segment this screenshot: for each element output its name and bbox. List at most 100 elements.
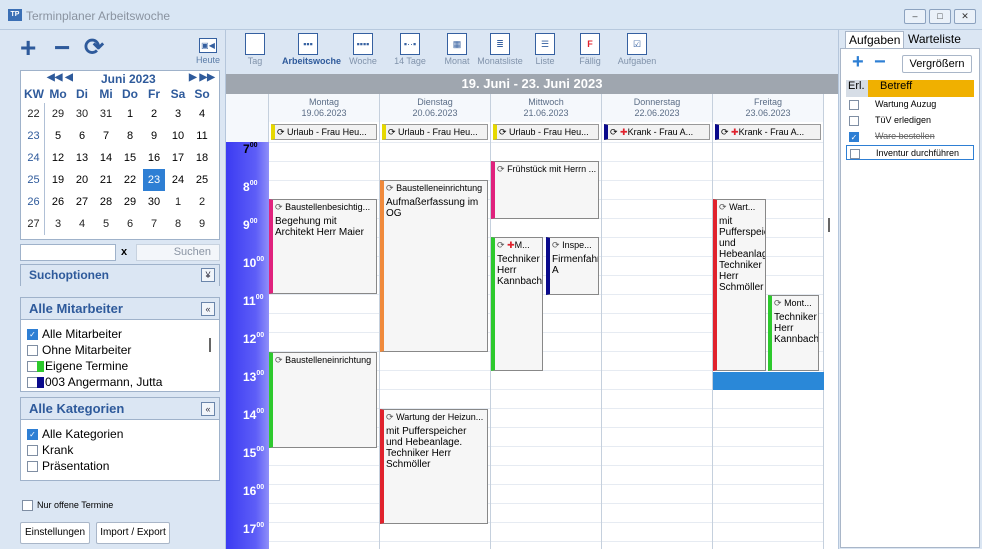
employee-item[interactable]: 003 Angermann, Jutta (27, 374, 219, 390)
calendar-day[interactable]: 9 (191, 213, 213, 235)
allday-event[interactable]: ⟳ Urlaub - Frau Heu... (493, 124, 599, 140)
task-checkbox[interactable]: ✓ (849, 131, 859, 142)
view-arbeitswoche-button[interactable]: ▪▪▪ Arbeitswoche (282, 33, 341, 66)
calendar-prev-button[interactable]: ◀◀ ◀ (47, 72, 73, 83)
calendar-day[interactable]: 11 (191, 125, 213, 147)
calendar-day[interactable]: 13 (71, 147, 93, 169)
view-liste-button[interactable]: ☰ Liste (521, 33, 569, 66)
event-baustelleneinrichtung-tue[interactable]: ⟳ Baustelleneinrichtung Aufmaßerfassung … (380, 180, 488, 352)
search-input[interactable] (20, 244, 116, 261)
task-checkbox[interactable] (849, 115, 859, 126)
calendar-day[interactable]: 5 (47, 125, 69, 147)
grid-scrollbar[interactable] (828, 218, 830, 232)
event-wartung-fri[interactable]: ⟳ Wart... mit Pufferspeicher und Hebeanl… (713, 199, 766, 371)
task-checkbox[interactable] (850, 148, 860, 159)
open-only-checkbox[interactable]: Nur offene Termine (22, 500, 113, 512)
day-header[interactable]: Dienstag 20.06.2023 (380, 94, 491, 122)
task-row[interactable]: Wartung Auzug (846, 97, 974, 112)
view-tag-button[interactable]: Tag (231, 33, 279, 66)
allday-event[interactable]: ⟳ ✚Krank - Frau A... (715, 124, 821, 140)
calendar-day[interactable]: 29 (47, 103, 69, 125)
allday-event[interactable]: ⟳ ✚Krank - Frau A... (604, 124, 710, 140)
calendar-next-button[interactable]: ▶ ▶▶ (189, 72, 215, 83)
view-monatsliste-button[interactable]: ≣ Monatsliste (476, 33, 524, 66)
event-wartung-heizung-tue[interactable]: ⟳ Wartung der Heizun... mit Pufferspeich… (380, 409, 488, 524)
category-checkbox[interactable] (27, 445, 38, 457)
calendar-day[interactable]: 1 (167, 191, 189, 213)
search-options-section[interactable]: Suchoptionen ¥ (20, 264, 220, 286)
remove-appointment-button[interactable]: − (54, 34, 70, 62)
employee-item[interactable]: Eigene Termine (27, 358, 219, 374)
event-montage-wed[interactable]: ⟳ ✚M... Techniker Herr Kannbacher (491, 237, 543, 371)
calendar-day[interactable]: 30 (71, 103, 93, 125)
calendar-day[interactable]: 2 (143, 103, 165, 125)
calendar-day[interactable]: 28 (95, 191, 117, 213)
event-fruehstueck[interactable]: ⟳ Frühstück mit Herrn ... (491, 161, 599, 219)
view-woche-button[interactable]: ▪▪▪▪ Woche (339, 33, 387, 66)
add-task-button[interactable]: + (852, 52, 864, 72)
calendar-day[interactable]: 1 (119, 103, 141, 125)
task-row[interactable]: Inventur durchführen (846, 145, 974, 160)
employee-item[interactable]: ✓ Alle Mitarbeiter (27, 326, 219, 342)
category-item[interactable]: Krank (27, 442, 219, 458)
calendar-day[interactable]: 4 (71, 213, 93, 235)
maximize-button[interactable]: □ (929, 9, 951, 24)
search-options-toggle[interactable]: ¥ (201, 268, 215, 282)
remove-task-button[interactable]: − (874, 52, 886, 72)
calendar-day[interactable]: 12 (47, 147, 69, 169)
task-checkbox[interactable] (849, 99, 859, 110)
view-faellig-button[interactable]: F Fällig (566, 33, 614, 66)
calendar-day[interactable]: 23 (143, 169, 165, 191)
employee-checkbox[interactable] (27, 345, 38, 357)
calendar-day[interactable]: 30 (143, 191, 165, 213)
categories-toggle[interactable]: « (201, 402, 215, 416)
category-checkbox[interactable] (27, 461, 38, 473)
calendar-day[interactable]: 3 (47, 213, 69, 235)
employee-item[interactable]: Ohne Mitarbeiter (27, 342, 219, 358)
tab-warteliste[interactable]: Warteliste (905, 31, 964, 48)
calendar-day[interactable]: 8 (167, 213, 189, 235)
col-erl[interactable]: Erl. (846, 80, 868, 97)
calendar-day[interactable]: 10 (167, 125, 189, 147)
calendar-day[interactable]: 21 (95, 169, 117, 191)
calendar-day[interactable]: 15 (119, 147, 141, 169)
category-checkbox[interactable]: ✓ (27, 429, 38, 441)
event-inspektion[interactable]: ⟳ Inspe... Firmenfahrzeug A (546, 237, 599, 295)
clear-search-button[interactable]: x (121, 246, 127, 258)
today-button[interactable]: ▣◀ Heute (196, 38, 220, 65)
search-button[interactable]: Suchen (136, 244, 220, 261)
calendar-day[interactable]: 6 (71, 125, 93, 147)
employee-checkbox[interactable]: ✓ (27, 329, 38, 341)
calendar-day[interactable]: 20 (71, 169, 93, 191)
import-export-button[interactable]: Import / Export (96, 522, 170, 544)
selected-timeslot[interactable] (713, 372, 824, 390)
view-monat-button[interactable]: ▦ Monat (433, 33, 481, 66)
allday-event[interactable]: ⟳ Urlaub - Frau Heu... (382, 124, 488, 140)
view-aufgaben-button[interactable]: ☑ Aufgaben (613, 33, 661, 66)
calendar-day[interactable]: 4 (191, 103, 213, 125)
calendar-day[interactable]: 18 (191, 147, 213, 169)
category-item[interactable]: Präsentation (27, 458, 219, 474)
calendar-day[interactable]: 14 (95, 147, 117, 169)
view-14-tage-button[interactable]: ▪··▪ 14 Tage (386, 33, 434, 66)
employees-toggle[interactable]: « (201, 302, 215, 316)
close-button[interactable]: ✕ (954, 9, 976, 24)
task-row[interactable]: ✓ Ware bestellen (846, 129, 974, 144)
calendar-day[interactable]: 5 (95, 213, 117, 235)
calendar-day[interactable]: 17 (167, 147, 189, 169)
calendar-day[interactable]: 19 (47, 169, 69, 191)
tab-aufgaben[interactable]: Aufgaben (845, 31, 905, 48)
calendar-day[interactable]: 8 (119, 125, 141, 147)
calendar-day[interactable]: 24 (167, 169, 189, 191)
day-header[interactable]: Freitag 23.06.2023 (713, 94, 824, 122)
allday-event[interactable]: ⟳ Urlaub - Frau Heu... (271, 124, 377, 140)
day-header[interactable]: Montag 19.06.2023 (269, 94, 380, 122)
calendar-day[interactable]: 9 (143, 125, 165, 147)
calendar-day[interactable]: 31 (95, 103, 117, 125)
refresh-icon[interactable]: ⟳ (84, 34, 104, 62)
day-header[interactable]: Mittwoch 21.06.2023 (491, 94, 602, 122)
calendar-day[interactable]: 26 (47, 191, 69, 213)
calendar-day[interactable]: 6 (119, 213, 141, 235)
calendar-day[interactable]: 29 (119, 191, 141, 213)
calendar-day[interactable]: 27 (71, 191, 93, 213)
